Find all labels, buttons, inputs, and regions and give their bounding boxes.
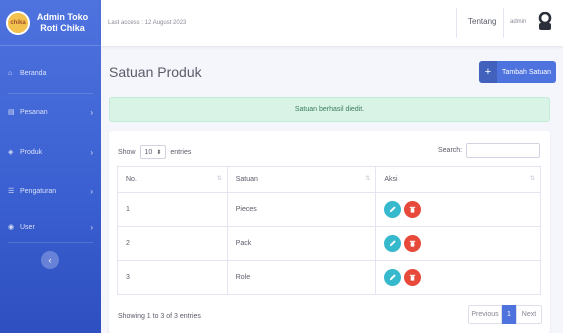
plus-icon: +	[479, 61, 497, 83]
satuan-table: No. ⇅ Satuan ⇅ Aksi ⇅ 1 Pieces 2 Pack 3 …	[117, 166, 541, 295]
header-label: No.	[126, 176, 137, 183]
pencil-icon	[390, 274, 397, 281]
sidebar-item-label: Pesanan	[20, 108, 48, 116]
users-icon: ◉	[8, 224, 15, 231]
sort-icon: ⇅	[529, 176, 535, 182]
cell-no: 1	[117, 192, 228, 227]
next-page-button[interactable]: Next	[516, 305, 542, 324]
previous-page-button[interactable]: Previous	[468, 305, 502, 324]
brand-name: Admin Toko Roti Chika	[30, 12, 95, 34]
header-label: Aksi	[384, 176, 398, 183]
sidebar-item-pengaturan[interactable]: ☰ Pengaturan ›	[0, 176, 101, 206]
sidebar-divider	[8, 242, 93, 243]
entries-select[interactable]: 10 ⬍	[139, 145, 167, 159]
entries-label: entries	[170, 148, 192, 156]
sidebar-item-label: User	[20, 223, 35, 231]
topbar: Last access : 12 August 2023 Tentang adm…	[101, 0, 563, 46]
table-header-row: No. ⇅ Satuan ⇅ Aksi ⇅	[117, 166, 541, 193]
chevron-right-icon: ›	[90, 107, 93, 117]
table-row: 1 Pieces	[117, 192, 541, 227]
edit-button[interactable]	[384, 269, 402, 286]
entries-value: 10	[144, 148, 153, 156]
column-header-no[interactable]: No. ⇅	[117, 166, 228, 193]
show-entries: Show 10 ⬍ entries	[118, 145, 191, 159]
topbar-divider	[503, 8, 504, 38]
cell-aksi	[375, 260, 541, 295]
column-header-aksi[interactable]: Aksi ⇅	[375, 166, 541, 193]
username[interactable]: admin	[510, 19, 526, 25]
table-row: 3 Role	[117, 260, 541, 295]
delete-button[interactable]	[404, 269, 422, 286]
search: Search:	[438, 143, 541, 158]
chevron-right-icon: ›	[90, 147, 93, 157]
delete-button[interactable]	[404, 235, 422, 252]
sidebar-item-label: Pengaturan	[20, 187, 57, 195]
search-input[interactable]	[466, 143, 541, 158]
alert-message: Satuan berhasil diedit.	[294, 106, 365, 113]
table-row: 2 Pack	[117, 226, 541, 261]
sort-icon: ⇅	[216, 176, 222, 182]
cell-satuan: Pack	[226, 226, 377, 261]
add-satuan-button[interactable]: + Tambah Satuan	[479, 61, 556, 83]
sidebar-item-produk[interactable]: ◈ Produk ›	[0, 137, 101, 167]
sidebar-item-label: Beranda	[20, 69, 47, 77]
tentang-link[interactable]: Tentang	[468, 17, 496, 26]
column-header-satuan[interactable]: Satuan ⇅	[226, 166, 377, 193]
edit-button[interactable]	[384, 235, 402, 252]
table-info: Showing 1 to 3 of 3 entries	[118, 313, 201, 320]
logo: chika	[6, 10, 30, 35]
sidebar-divider	[8, 93, 93, 94]
sidebar: chika Admin Toko Roti Chika ⌂ Beranda ▤ …	[0, 0, 101, 333]
file-icon: ▤	[8, 109, 15, 116]
topbar-divider	[456, 8, 457, 38]
user-icon[interactable]	[538, 12, 552, 30]
sidebar-item-beranda[interactable]: ⌂ Beranda	[0, 58, 101, 88]
sidebar-item-label: Produk	[20, 148, 43, 156]
delete-button[interactable]	[404, 201, 422, 218]
add-satuan-label: Tambah Satuan	[502, 68, 552, 76]
chevron-left-icon: ‹	[48, 255, 52, 265]
sidebar-item-pesanan[interactable]: ▤ Pesanan ›	[0, 97, 101, 127]
brand-name-line1: Admin Toko	[36, 11, 89, 22]
trash-icon	[410, 240, 416, 247]
search-label: Search:	[438, 147, 463, 154]
last-access-text: Last access : 12 August 2023	[108, 20, 187, 26]
pagination: Previous 1 Next	[468, 305, 542, 324]
edit-button[interactable]	[384, 201, 402, 218]
cell-aksi	[375, 192, 541, 227]
cell-no: 3	[117, 260, 228, 295]
brand[interactable]: chika Admin Toko Roti Chika	[0, 0, 101, 46]
tag-icon: ◈	[8, 149, 14, 156]
page-1-button[interactable]: 1	[502, 305, 516, 324]
trash-icon	[410, 274, 416, 281]
cell-aksi	[375, 226, 541, 261]
show-label: Show	[118, 148, 136, 156]
chevron-right-icon: ›	[90, 186, 93, 196]
sidebar-toggle-button[interactable]: ‹	[41, 251, 59, 269]
pencil-icon	[390, 206, 397, 213]
trash-icon	[410, 206, 416, 213]
brand-name-line2: Roti Chika	[40, 22, 85, 33]
sort-icon: ⇅	[365, 176, 371, 182]
list-icon: ☰	[8, 188, 15, 195]
header-label: Satuan	[235, 176, 258, 183]
pencil-icon	[390, 240, 397, 247]
cell-satuan: Role	[226, 260, 377, 295]
cell-no: 2	[117, 226, 228, 261]
page-title: Satuan Produk	[109, 64, 202, 80]
success-alert: Satuan berhasil diedit.	[109, 97, 550, 122]
home-icon: ⌂	[8, 69, 13, 77]
chevron-right-icon: ›	[90, 222, 93, 232]
table-card: Show 10 ⬍ entries Search: No. ⇅ Satuan ⇅…	[109, 131, 550, 333]
cell-satuan: Pieces	[226, 192, 377, 227]
sidebar-item-user[interactable]: ◉ User ›	[0, 212, 101, 242]
sort-arrows-icon: ⬍	[156, 149, 162, 156]
